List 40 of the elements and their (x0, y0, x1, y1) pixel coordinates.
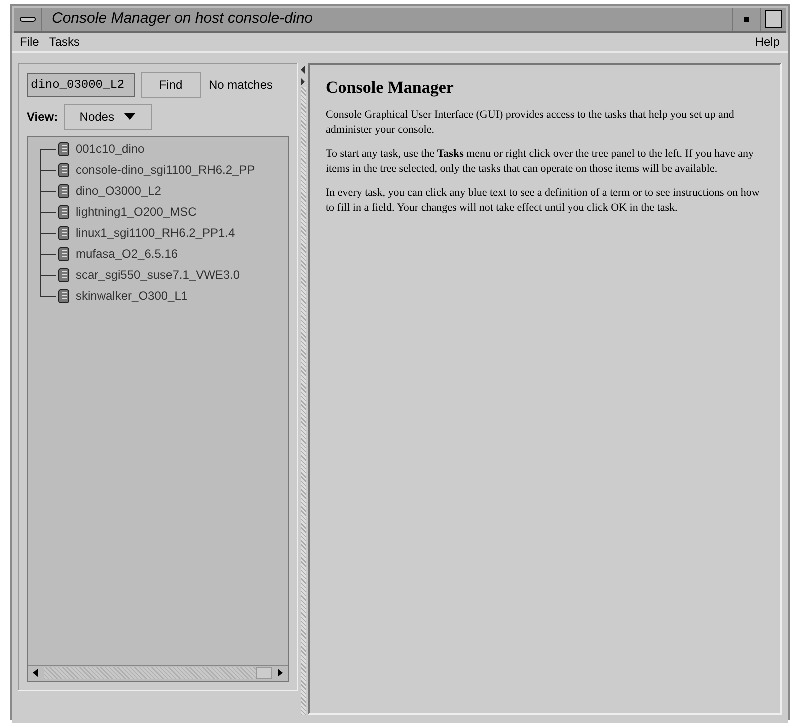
view-dropdown[interactable]: Nodes (64, 104, 152, 130)
node-icon (58, 184, 70, 198)
window-title: Console Manager on host console-dino (52, 9, 314, 29)
tree-connector-line (40, 244, 56, 264)
splitter-arrows-icon[interactable] (300, 64, 306, 86)
tree-connector-line (40, 222, 56, 244)
find-button[interactable]: Find (141, 72, 201, 98)
node-icon (58, 288, 70, 304)
help-paragraph: In every task, you can click any blue text to see a definition of a term or to see instructions on how to fill in a field. Your changes will not take effect until you click OK in the task. (326, 186, 761, 216)
match-status: No matches (209, 76, 274, 94)
help-heading: Console Manager (326, 76, 455, 99)
tree-connector-line (40, 180, 56, 202)
node-icon (58, 226, 70, 240)
caret-icon (124, 112, 136, 120)
tree-item[interactable]: 001c10_dino (76, 140, 145, 158)
menu-item[interactable]: Help (753, 32, 782, 50)
node-icon (58, 204, 70, 220)
minimize-icon[interactable] (744, 16, 749, 22)
node-icon (58, 162, 70, 178)
node-icon (58, 268, 70, 282)
help-paragraph: Console Graphical User Interface (GUI) provides access to the tasks that help you set up and administer your console. (326, 108, 736, 138)
tree-item[interactable]: scar_sgi550_suse7.1_VWE3.0 (76, 266, 240, 284)
tree-item[interactable]: mufasa_O2_6.5.16 (76, 245, 178, 263)
search-field[interactable]: dino_03000_L2 (27, 72, 135, 96)
maximize-icon[interactable] (765, 10, 782, 28)
view-label: View: (27, 108, 58, 126)
tree-item[interactable]: console-dino_sgi1100_RH6.2_PP (76, 161, 256, 179)
scroll-thumb[interactable] (256, 667, 272, 679)
help-paragraph: To start any task, use the Tasks menu or right click over the tree panel to the left. If you have any items in the tree selected, only the tasks that can operate on those items will be available. (326, 147, 756, 177)
tree-item[interactable]: dino_O3000_L2 (76, 182, 162, 200)
node-icon (58, 246, 70, 262)
menu-item[interactable]: File (18, 32, 42, 50)
node-icon (58, 142, 70, 156)
tree-item[interactable]: lightning1_O200_MSC (76, 203, 197, 221)
tree-item[interactable]: linux1_sgi1100_RH6.2_PP1.4 (76, 224, 236, 242)
tree-connector-line (40, 202, 56, 222)
menu-item[interactable]: Tasks (47, 32, 82, 50)
tree-item[interactable]: skinwalker_O300_L1 (76, 287, 188, 305)
horizontal-scrollbar[interactable] (28, 664, 288, 680)
window-menu-icon[interactable] (20, 16, 36, 22)
